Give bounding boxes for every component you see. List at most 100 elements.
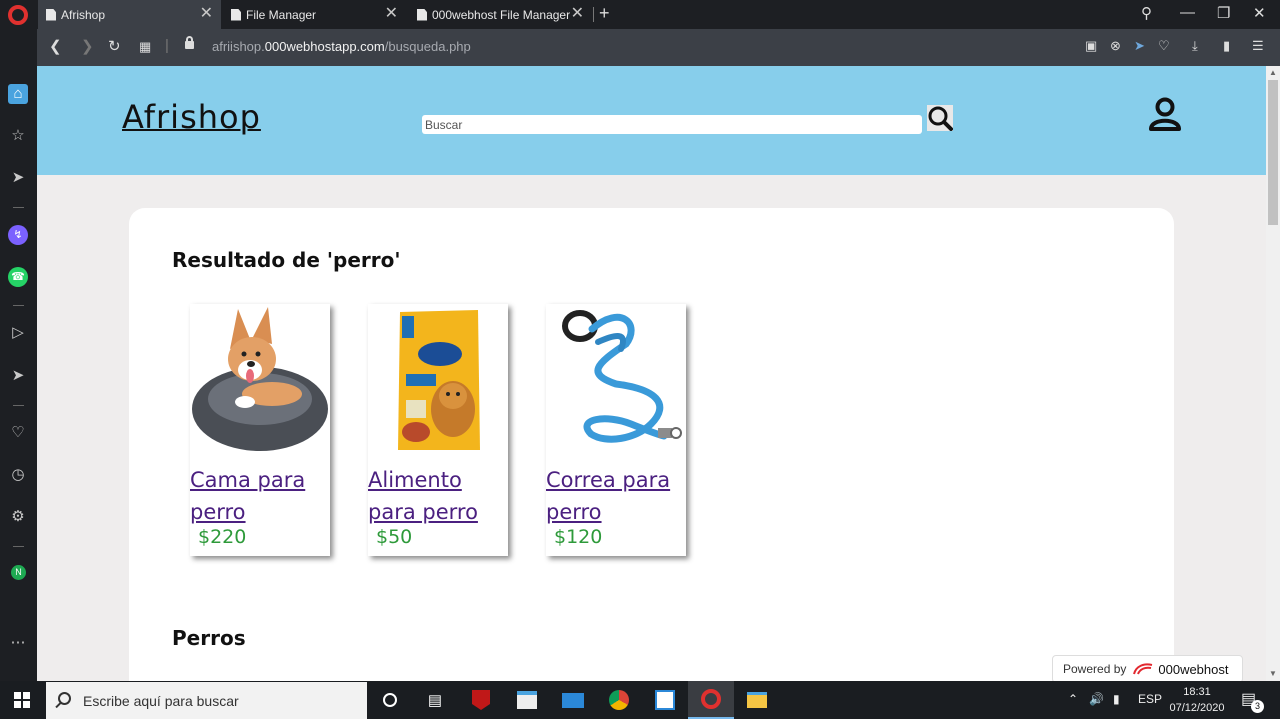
results-panel: Resultado de 'perro' Cama para perro $22… <box>129 208 1174 681</box>
mail-icon[interactable] <box>550 681 596 719</box>
sidebar-divider <box>13 305 24 306</box>
page-viewport: Afrishop Resultado de 'perro' <box>37 66 1266 681</box>
close-icon[interactable]: ✕ <box>200 6 213 22</box>
sidebar-divider <box>13 405 24 406</box>
url-prefix: afriishop. <box>212 39 265 54</box>
page-icon <box>46 8 56 21</box>
search-icon <box>928 106 953 131</box>
powered-by-badge[interactable]: Powered by 000webhost <box>1052 655 1243 681</box>
page-icon <box>231 8 241 21</box>
browser-toolbar: ❮ ❯ ↻ ▦ | afriishop.000webhostapp.com/bu… <box>37 29 1280 66</box>
scroll-thumb[interactable] <box>1268 80 1278 225</box>
page-scrollbar[interactable]: ▲ ▼ <box>1266 66 1280 681</box>
cortana-icon[interactable] <box>367 681 413 719</box>
close-window-button[interactable]: ✕ <box>1253 4 1266 22</box>
reload-button[interactable]: ↻ <box>108 37 121 55</box>
back-button[interactable]: ❮ <box>49 37 62 55</box>
search-tabs-icon[interactable]: ⚲ <box>1141 4 1152 22</box>
player-icon[interactable]: ▷ <box>8 323 28 343</box>
dog-food-bag-image <box>398 310 480 450</box>
new-tab-button[interactable]: + <box>599 3 610 24</box>
volume-icon[interactable]: 🔊 <box>1089 692 1104 706</box>
taskbar-search-placeholder: Escribe aquí para buscar <box>83 693 239 709</box>
brand-link[interactable]: Afrishop <box>122 98 261 136</box>
language-indicator[interactable]: ESP <box>1138 692 1162 706</box>
product-link[interactable]: Correa para perro <box>546 464 691 528</box>
opera-logo-icon[interactable] <box>8 5 28 25</box>
toolbar-divider: | <box>165 37 169 54</box>
restore-button[interactable]: ❐ <box>1217 4 1230 22</box>
paint-3d-icon[interactable] <box>642 681 688 719</box>
camera-icon[interactable]: ▣ <box>1085 38 1097 54</box>
powered-label: Powered by <box>1063 662 1127 676</box>
easy-setup-icon[interactable]: ☰ <box>1252 38 1264 54</box>
lock-icon <box>185 36 194 49</box>
download-icon[interactable]: ⤓ <box>1192 38 1198 54</box>
whatsapp-icon[interactable]: ☎ <box>8 267 28 287</box>
send-icon[interactable]: ➤ <box>8 366 28 386</box>
adblock-icon[interactable]: ⊗ <box>1110 38 1121 54</box>
history-icon[interactable]: ◷ <box>8 465 28 485</box>
user-icon[interactable] <box>1147 96 1183 132</box>
store-icon[interactable] <box>504 681 550 719</box>
product-card[interactable]: Correa para perro $120 <box>546 304 686 556</box>
opera-taskbar-icon[interactable] <box>688 681 734 719</box>
product-link[interactable]: Cama para perro <box>190 464 335 528</box>
product-price: $50 <box>376 526 413 548</box>
extension-icon[interactable]: N <box>11 565 26 580</box>
heart-icon[interactable]: ♡ <box>1158 38 1170 54</box>
windows-taskbar: Escribe aquí para buscar ▤ ⌃ 🔊 ▮ ESP 18:… <box>0 681 1280 719</box>
url-domain: 000webhostapp.com <box>264 39 385 54</box>
tab-label: Afrishop <box>61 7 106 22</box>
windows-start-icon[interactable] <box>14 692 30 708</box>
home-icon[interactable]: ⌂ <box>8 84 28 104</box>
product-card[interactable]: Cama para perro $220 <box>190 304 330 556</box>
tab-label: 000webhost File Manager <box>432 7 571 22</box>
close-icon[interactable]: ✕ <box>571 6 584 22</box>
minimize-button[interactable]: — <box>1180 4 1195 21</box>
tab-label: File Manager <box>246 7 317 22</box>
url-path: /busqueda.php <box>384 39 471 54</box>
forward-button[interactable]: ❯ <box>81 37 94 55</box>
mcafee-icon[interactable] <box>458 681 504 719</box>
file-explorer-icon[interactable] <box>734 681 780 719</box>
send-icon[interactable]: ➤ <box>1134 38 1145 54</box>
tab-separator <box>593 7 594 22</box>
browser-tab-strip: Afrishop ✕ File Manager ✕ 000webhost Fil… <box>0 0 1280 29</box>
messenger-icon[interactable]: ↯ <box>8 225 28 245</box>
browser-sidebar: ⌂ ☆ ➤ ↯ ☎ ▷ ➤ ♡ ◷ ⚙ N ⋯ <box>0 29 37 681</box>
scroll-up-icon[interactable]: ▲ <box>1269 68 1277 77</box>
tab-file-manager[interactable]: File Manager ✕ <box>223 0 406 29</box>
powered-host: 000webhost <box>1158 661 1229 677</box>
taskbar-clock[interactable]: 18:31 07/12/2020 <box>1165 684 1229 716</box>
notification-count: 3 <box>1251 700 1264 713</box>
product-price: $220 <box>198 526 247 548</box>
chrome-icon[interactable] <box>596 681 642 719</box>
show-hidden-icons[interactable]: ⌃ <box>1068 692 1078 706</box>
gear-icon[interactable]: ⚙ <box>8 507 28 527</box>
rocket-icon[interactable]: ➤ <box>8 168 28 188</box>
clock-time: 18:31 <box>1183 686 1211 698</box>
sidebar-divider <box>13 207 24 208</box>
page-icon <box>417 8 427 21</box>
battery-icon[interactable]: ▮ <box>1113 692 1120 706</box>
close-icon[interactable]: ✕ <box>385 6 398 22</box>
task-view-icon[interactable]: ▤ <box>412 681 458 719</box>
battery-icon[interactable]: ▮ <box>1223 38 1230 54</box>
heart-icon[interactable]: ♡ <box>8 423 28 443</box>
tab-000webhost-file-manager[interactable]: 000webhost File Manager ✕ <box>409 0 592 29</box>
section-title-perros: Perros <box>172 626 246 650</box>
search-input[interactable] <box>422 115 922 134</box>
address-bar[interactable]: afriishop.000webhostapp.com/busqueda.php <box>212 39 471 54</box>
product-card[interactable]: Alimento para perro $50 <box>368 304 508 556</box>
product-price: $120 <box>554 526 603 548</box>
more-icon[interactable]: ⋯ <box>8 633 28 653</box>
product-link[interactable]: Alimento para perro <box>368 464 513 528</box>
speed-dial-icon[interactable]: ▦ <box>139 39 151 55</box>
star-icon[interactable]: ☆ <box>8 126 28 146</box>
taskbar-search-box[interactable]: Escribe aquí para buscar <box>46 682 367 719</box>
000webhost-logo-icon <box>1133 663 1153 675</box>
tab-afrishop[interactable]: Afrishop ✕ <box>38 0 221 29</box>
search-button[interactable] <box>927 105 953 131</box>
scroll-down-icon[interactable]: ▼ <box>1269 669 1277 678</box>
